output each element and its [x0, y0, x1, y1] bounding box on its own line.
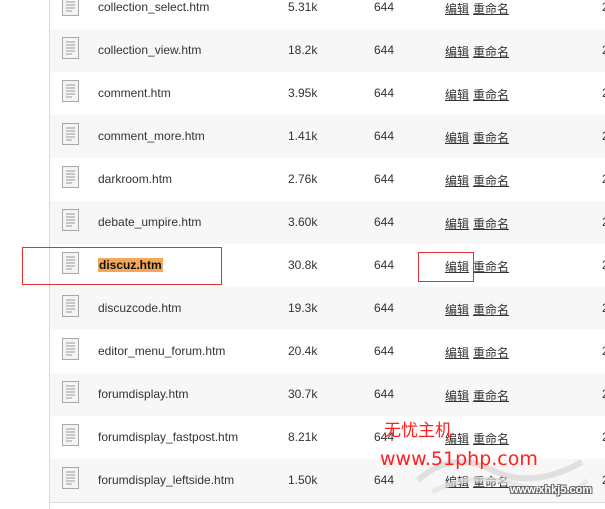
filename-highlight-box — [22, 247, 222, 285]
file-permission: 644 — [374, 43, 395, 57]
file-size: 30.8k — [288, 258, 318, 272]
file-name[interactable]: editor_menu_forum.htm — [98, 344, 225, 358]
edit-link[interactable]: 编辑 — [445, 301, 469, 318]
edit-link[interactable]: 编辑 — [445, 0, 469, 17]
rename-link[interactable]: 重命名 — [473, 86, 509, 103]
file-row[interactable]: editor_menu_forum.htm20.4k644编辑重命名2 — [50, 330, 605, 374]
file-icon — [62, 80, 79, 102]
file-size: 19.3k — [288, 301, 318, 315]
file-name[interactable]: collection_select.htm — [98, 0, 209, 14]
file-name[interactable]: darkroom.htm — [98, 172, 172, 186]
edit-highlight-box — [418, 252, 474, 282]
file-permission: 644 — [374, 344, 395, 358]
file-name[interactable]: forumdisplay.htm — [98, 387, 188, 401]
file-row[interactable]: forumdisplay.htm30.7k644编辑重命名2 — [50, 373, 605, 417]
file-size: 20.4k — [288, 344, 318, 358]
file-permission: 644 — [374, 258, 395, 272]
file-permission: 644 — [374, 86, 395, 100]
file-icon — [62, 0, 79, 16]
rename-link[interactable]: 重命名 — [473, 344, 509, 361]
file-row[interactable]: collection_select.htm5.31k644编辑重命名2 — [50, 0, 605, 30]
file-icon — [62, 209, 79, 231]
rename-link[interactable]: 重命名 — [473, 215, 509, 232]
file-permission: 644 — [374, 301, 395, 315]
file-icon — [62, 381, 79, 403]
file-size: 3.60k — [288, 215, 318, 229]
file-row[interactable]: darkroom.htm2.76k644编辑重命名2 — [50, 158, 605, 202]
file-row[interactable]: discuzcode.htm19.3k644编辑重命名2 — [50, 287, 605, 331]
file-icon — [62, 338, 79, 360]
rename-link[interactable]: 重命名 — [473, 43, 509, 60]
file-name[interactable]: comment_more.htm — [98, 129, 205, 143]
rename-link[interactable]: 重命名 — [473, 301, 509, 318]
rename-link[interactable]: 重命名 — [473, 258, 509, 275]
file-permission: 644 — [374, 129, 395, 143]
file-name[interactable]: forumdisplay_fastpost.htm — [98, 430, 238, 444]
rename-link[interactable]: 重命名 — [473, 387, 509, 404]
file-permission: 644 — [374, 0, 395, 14]
rename-link[interactable]: 重命名 — [473, 172, 509, 189]
file-size: 3.95k — [288, 86, 318, 100]
edit-link[interactable]: 编辑 — [445, 172, 469, 189]
file-icon — [62, 123, 79, 145]
file-permission: 644 — [374, 387, 395, 401]
file-size: 2.76k — [288, 172, 318, 186]
file-icon — [62, 295, 79, 317]
file-size: 1.41k — [288, 129, 318, 143]
file-row[interactable]: comment_more.htm1.41k644编辑重命名2 — [50, 115, 605, 159]
file-name[interactable]: forumdisplay_leftside.htm — [98, 473, 234, 487]
file-name[interactable]: discuzcode.htm — [98, 301, 181, 315]
edit-link[interactable]: 编辑 — [445, 387, 469, 404]
file-icon — [62, 37, 79, 59]
file-permission: 644 — [374, 172, 395, 186]
file-name[interactable]: collection_view.htm — [98, 43, 201, 57]
edit-link[interactable]: 编辑 — [445, 344, 469, 361]
file-row[interactable]: debate_umpire.htm3.60k644编辑重命名2 — [50, 201, 605, 245]
file-row[interactable]: collection_view.htm18.2k644编辑重命名2 — [50, 29, 605, 73]
file-size: 18.2k — [288, 43, 318, 57]
file-size: 1.50k — [288, 473, 318, 487]
file-icon — [62, 424, 79, 446]
file-row[interactable]: comment.htm3.95k644编辑重命名2 — [50, 72, 605, 116]
file-size: 8.21k — [288, 430, 318, 444]
watermark-line2: www.51php.com — [380, 448, 538, 470]
file-permission: 644 — [374, 215, 395, 229]
file-icon — [62, 166, 79, 188]
edit-link[interactable]: 编辑 — [445, 129, 469, 146]
file-size: 30.7k — [288, 387, 318, 401]
file-icon — [62, 467, 79, 489]
watermark-line3: www.xhkj5.com — [510, 484, 593, 496]
rename-link[interactable]: 重命名 — [473, 129, 509, 146]
edit-link[interactable]: 编辑 — [445, 215, 469, 232]
watermark-line1: 无忧主机 — [384, 421, 452, 441]
rename-link[interactable]: 重命名 — [473, 0, 509, 17]
edit-link[interactable]: 编辑 — [445, 86, 469, 103]
file-size: 5.31k — [288, 0, 318, 14]
edit-link[interactable]: 编辑 — [445, 43, 469, 60]
file-name[interactable]: debate_umpire.htm — [98, 215, 201, 229]
file-permission: 644 — [374, 473, 395, 487]
file-name[interactable]: comment.htm — [98, 86, 171, 100]
